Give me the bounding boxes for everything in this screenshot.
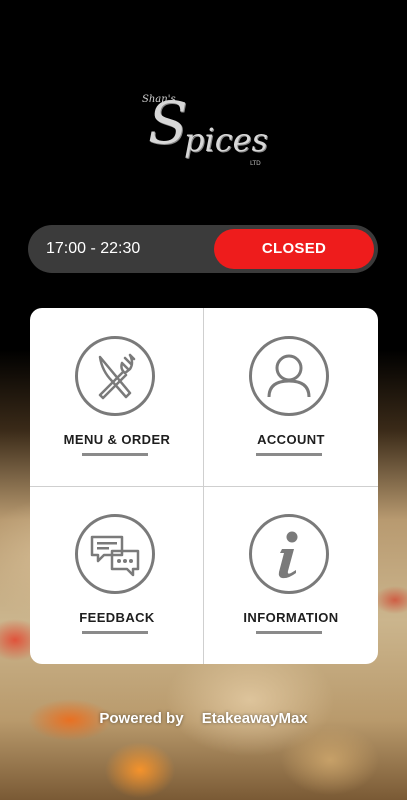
user-icon <box>249 336 329 416</box>
closed-status-badge: CLOSED <box>214 229 374 269</box>
opening-status-bar: 17:00 - 22:30 CLOSED <box>28 225 378 273</box>
cutlery-icon <box>75 336 155 416</box>
powered-by-footer: Powered by EtakeawayMax <box>0 710 407 727</box>
menu-order-tile[interactable]: MENU & ORDER <box>30 308 204 486</box>
feedback-tile[interactable]: FEEDBACK <box>30 486 204 664</box>
logo-suffix: LTD <box>250 160 261 167</box>
information-underline <box>256 631 322 634</box>
chat-icon <box>75 514 155 594</box>
logo-initial: S <box>148 89 188 157</box>
powered-by-text: Powered by <box>99 710 184 727</box>
brand-name: EtakeawayMax <box>201 710 308 727</box>
feedback-label: FEEDBACK <box>79 610 155 625</box>
menu-order-underline <box>82 453 148 456</box>
information-label: INFORMATION <box>243 610 339 625</box>
menu-order-label: MENU & ORDER <box>63 432 171 447</box>
main-menu-grid: MENU & ORDER ACCOUNT FEEDBACK INFORMATIO… <box>30 308 378 664</box>
logo-name: pices <box>184 121 268 159</box>
feedback-underline <box>82 631 148 634</box>
account-tile[interactable]: ACCOUNT <box>204 308 378 486</box>
account-underline <box>256 453 322 456</box>
info-icon <box>249 514 329 594</box>
restaurant-logo: Shan's S pices LTD <box>140 92 270 174</box>
opening-hours: 17:00 - 22:30 <box>46 240 141 257</box>
account-label: ACCOUNT <box>257 432 325 447</box>
information-tile[interactable]: INFORMATION <box>204 486 378 664</box>
